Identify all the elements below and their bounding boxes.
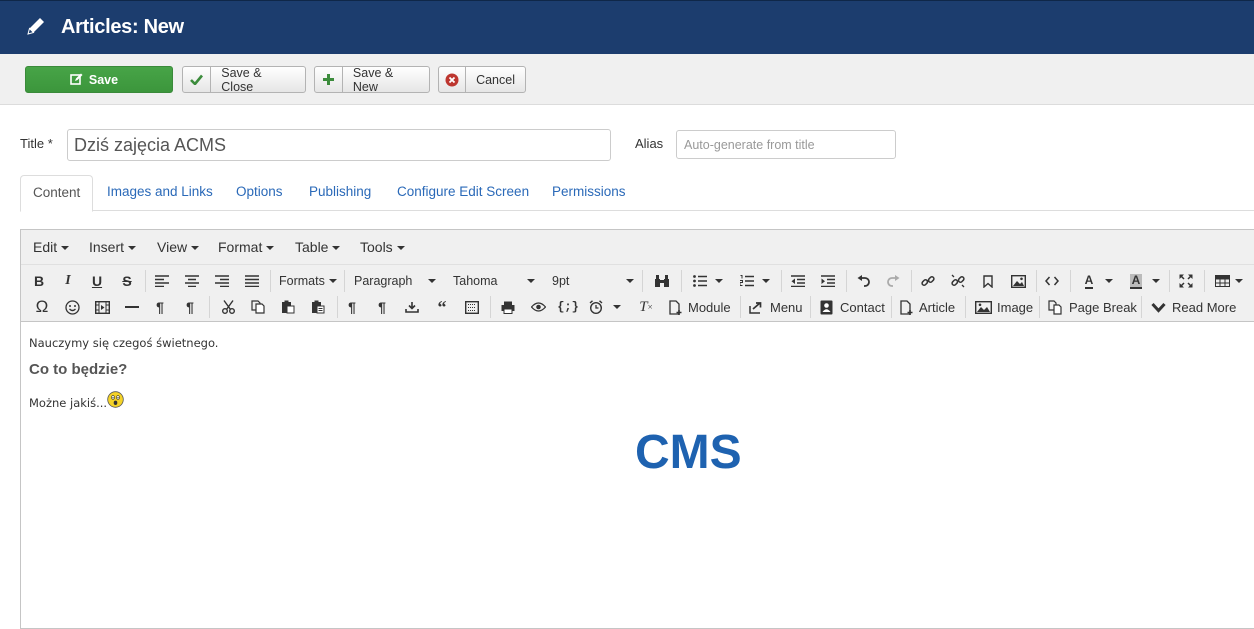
surprised-emoji-icon xyxy=(107,391,124,408)
menu-edit[interactable]: Edit xyxy=(33,239,70,255)
clear-formatting-icon[interactable]: T × xyxy=(635,295,657,319)
background-color-icon[interactable]: A xyxy=(1125,269,1165,293)
paste-icon[interactable] xyxy=(277,295,299,319)
bullet-list-icon[interactable] xyxy=(690,269,726,293)
numbered-list-icon[interactable] xyxy=(737,269,773,293)
alias-input[interactable] xyxy=(676,130,896,159)
unlink-icon[interactable] xyxy=(948,269,968,293)
horizontal-rule-icon[interactable] xyxy=(121,295,143,319)
align-left-icon[interactable] xyxy=(152,269,172,293)
strikethrough-icon[interactable]: S xyxy=(117,269,137,293)
undo-icon[interactable] xyxy=(853,269,873,293)
page-header: Articles: New xyxy=(0,0,1254,54)
page-break-button[interactable]: Page Break xyxy=(1048,295,1137,319)
page-title: Articles: New xyxy=(61,16,184,38)
tab-images-links[interactable]: Images and Links xyxy=(107,175,213,211)
check-icon xyxy=(183,67,212,92)
bookmark-icon[interactable] xyxy=(978,269,998,293)
content-paragraph: Możne jakiś... xyxy=(29,396,108,410)
plus-icon xyxy=(315,67,343,92)
menu-format[interactable]: Format xyxy=(218,239,275,255)
code-sample-icon[interactable]: {;} xyxy=(556,295,580,319)
save-button[interactable]: Save xyxy=(25,66,173,93)
cancel-icon xyxy=(439,67,467,92)
block-format-select[interactable]: Paragraph xyxy=(354,269,436,293)
content-heading: Co to będzie? xyxy=(29,361,128,378)
menu-table[interactable]: Table xyxy=(295,239,341,255)
module-button[interactable]: Module xyxy=(669,295,731,319)
align-center-icon[interactable] xyxy=(182,269,202,293)
underline-icon[interactable]: U xyxy=(87,269,107,293)
text-color-icon[interactable]: A xyxy=(1079,269,1119,293)
article-button[interactable]: Article xyxy=(900,295,955,319)
italic-icon[interactable]: I xyxy=(58,269,78,293)
align-justify-icon[interactable] xyxy=(242,269,262,293)
tab-bar: Content Images and Links Options Publish… xyxy=(20,175,1254,212)
title-label: Title * xyxy=(20,136,53,151)
special-character-icon[interactable]: Ω xyxy=(31,295,53,319)
font-family-select[interactable]: Tahoma xyxy=(453,269,535,293)
menu-button[interactable]: Menu xyxy=(749,295,803,319)
alarm-clock-icon[interactable] xyxy=(587,295,623,319)
contact-button[interactable]: Contact xyxy=(820,295,885,319)
edit-icon xyxy=(70,73,83,85)
image-icon[interactable] xyxy=(1008,269,1028,293)
preview-icon[interactable] xyxy=(527,295,549,319)
paste-text-icon[interactable] xyxy=(307,295,329,319)
menu-view[interactable]: View xyxy=(157,239,200,255)
fullscreen-icon[interactable] xyxy=(1176,269,1196,293)
align-right-icon[interactable] xyxy=(212,269,232,293)
alias-label: Alias xyxy=(635,136,664,151)
insert-date-icon[interactable] xyxy=(401,295,423,319)
print-icon[interactable] xyxy=(497,295,519,319)
tab-configure-edit-screen[interactable]: Configure Edit Screen xyxy=(397,175,529,211)
save-new-button[interactable]: Save & New xyxy=(314,66,430,94)
find-replace-icon[interactable] xyxy=(652,269,672,293)
ltr-icon[interactable]: ¶ xyxy=(149,295,171,319)
pencil-icon xyxy=(27,18,44,35)
editor-content-area[interactable]: Nauczymy się czegoś świetnego. Co to będ… xyxy=(21,323,1254,623)
template-icon[interactable] xyxy=(461,295,483,319)
read-more-button[interactable]: Read More xyxy=(1151,295,1236,319)
copy-icon[interactable] xyxy=(247,295,269,319)
emoticons-icon[interactable] xyxy=(61,295,83,319)
rtl-icon[interactable]: ¶ xyxy=(179,295,201,319)
code-icon[interactable] xyxy=(1042,269,1062,293)
formats-dropdown[interactable]: Formats xyxy=(279,269,337,293)
action-toolbar: Save Save & Close Save & New Cancel xyxy=(0,54,1254,105)
content-paragraph: Nauczymy się czegoś świetnego. xyxy=(29,336,219,350)
indent-icon[interactable] xyxy=(818,269,838,293)
link-icon[interactable] xyxy=(918,269,938,293)
image-button[interactable]: Image xyxy=(975,295,1033,319)
content-big-text: CMS xyxy=(635,426,742,479)
font-size-select[interactable]: 9pt xyxy=(552,269,634,293)
visual-chars-icon[interactable]: ¶ xyxy=(341,295,363,319)
menu-insert[interactable]: Insert xyxy=(89,239,137,255)
tab-permissions[interactable]: Permissions xyxy=(552,175,626,211)
rich-text-editor: Edit Insert View Format Table Tools B I … xyxy=(20,229,1254,629)
media-icon[interactable] xyxy=(91,295,113,319)
bold-icon[interactable]: B xyxy=(29,269,49,293)
editor-toolbar: B I U S Formats Paragraph Tahoma 9pt A A… xyxy=(21,265,1254,322)
save-close-button[interactable]: Save & Close xyxy=(182,66,306,94)
tab-content[interactable]: Content xyxy=(20,175,94,212)
redo-icon[interactable] xyxy=(883,269,903,293)
blockquote-icon[interactable]: “ xyxy=(431,295,453,319)
menu-tools[interactable]: Tools xyxy=(360,239,405,255)
outdent-icon[interactable] xyxy=(788,269,808,293)
editor-menubar: Edit Insert View Format Table Tools xyxy=(21,230,1254,265)
tab-publishing[interactable]: Publishing xyxy=(309,175,371,211)
visual-blocks-icon[interactable]: ¶ xyxy=(371,295,393,319)
tab-options[interactable]: Options xyxy=(236,175,283,211)
cut-icon[interactable] xyxy=(217,295,239,319)
table-icon[interactable] xyxy=(1211,269,1247,293)
cancel-button[interactable]: Cancel xyxy=(438,66,526,93)
title-input[interactable] xyxy=(67,129,611,161)
